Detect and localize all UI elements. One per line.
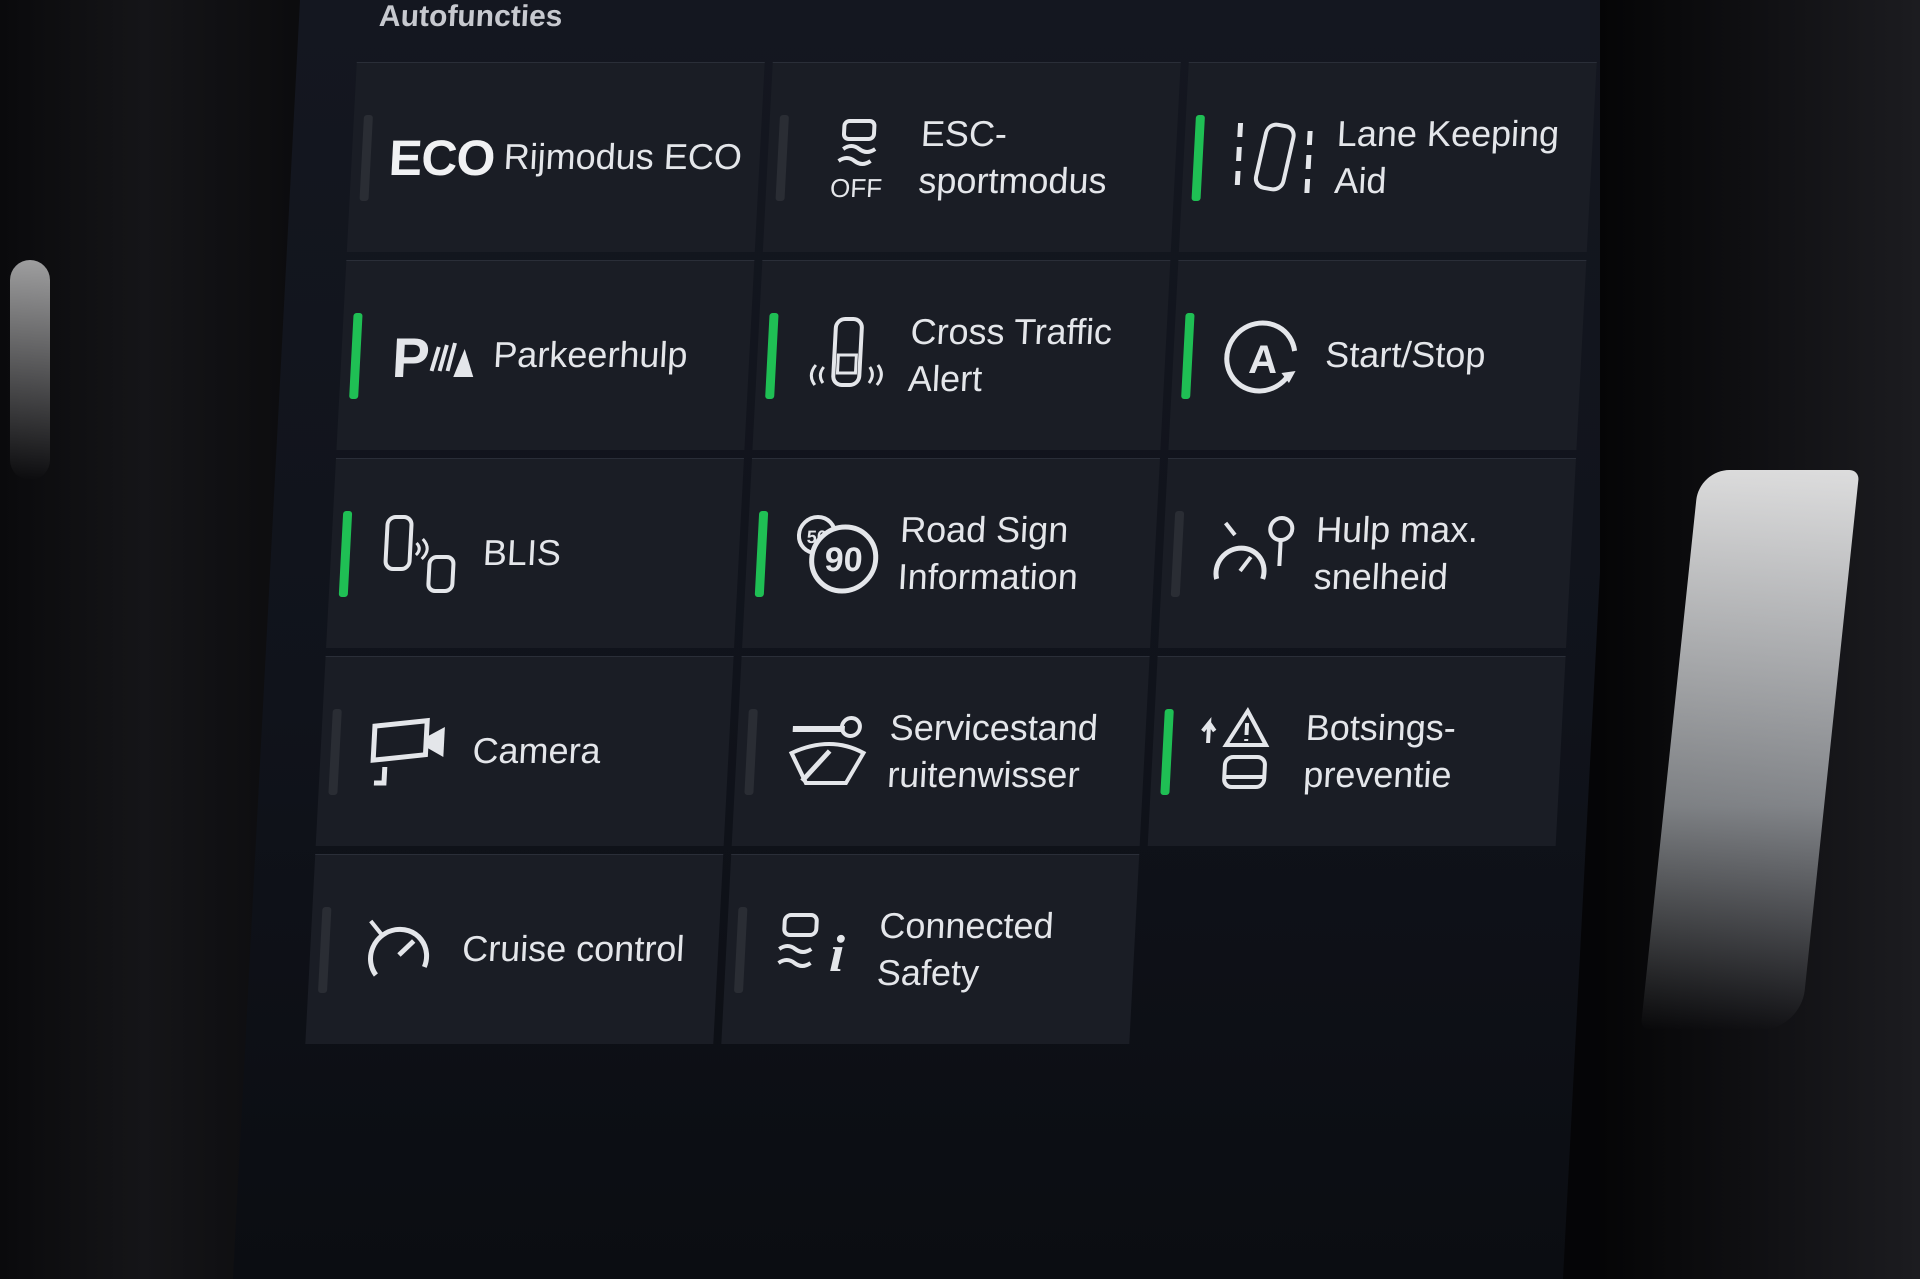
camera-icon — [360, 704, 461, 800]
tile-label: ESC-sportmodus — [917, 112, 1108, 201]
function-grid: ECO Rijmodus ECO OFF ESC-sportmodus Lane… — [305, 62, 1597, 1044]
tile-label: Servicestand ruitenwisser — [886, 706, 1100, 795]
status-indicator — [733, 906, 748, 993]
tile-camera[interactable]: Camera — [315, 656, 734, 846]
collision-warning-icon — [1192, 704, 1293, 800]
esc-off-icon: OFF — [807, 110, 908, 206]
page-title: Autofuncties — [378, 0, 564, 33]
status-indicator — [317, 906, 332, 993]
tile-label: Cross Traffic Alert — [907, 310, 1114, 399]
tile-label: Connected Safety — [875, 904, 1055, 993]
status-indicator — [338, 510, 353, 597]
tile-label: Hulp max. snelheid — [1312, 508, 1480, 597]
road-sign-icon: 50 90 — [786, 506, 887, 602]
status-indicator — [744, 708, 758, 795]
tile-label: Cruise control — [461, 928, 686, 970]
status-indicator — [349, 312, 363, 399]
svg-text:P: P — [391, 326, 432, 389]
tile-label: BLIS — [481, 532, 563, 574]
start-stop-icon: A — [1213, 308, 1314, 404]
tile-botsingspreventie[interactable]: Botsings- preventie — [1147, 656, 1566, 846]
tile-cruise-control[interactable]: Cruise control — [305, 854, 724, 1044]
tile-esc-sportmodus[interactable]: OFF ESC-sportmodus — [762, 62, 1181, 252]
tile-servicestand-ruitenwisser[interactable]: Servicestand ruitenwisser — [731, 656, 1150, 846]
tile-label: Botsings- preventie — [1302, 706, 1458, 795]
blis-icon — [370, 506, 471, 602]
status-indicator — [359, 114, 373, 201]
svg-text:i: i — [828, 926, 846, 983]
eco-icon: ECO — [387, 129, 496, 186]
tile-label: Road Sign Information — [896, 508, 1079, 597]
tile-blis[interactable]: BLIS — [326, 458, 744, 648]
status-indicator — [1181, 312, 1195, 399]
tile-cross-traffic-alert[interactable]: Cross Traffic Alert — [752, 260, 1171, 450]
status-indicator — [1170, 510, 1185, 597]
tile-parkeerhulp[interactable]: P Parkeerhulp — [336, 260, 755, 450]
cruise-control-icon — [350, 902, 451, 998]
center-display: Autofuncties ECO Rijmodus ECO OFF ESC-sp… — [232, 0, 1630, 1279]
status-indicator — [1160, 708, 1174, 795]
tile-road-sign-information[interactable]: 50 90 Road Sign Information — [742, 458, 1160, 648]
tile-label: Start/Stop — [1324, 334, 1487, 376]
status-indicator — [765, 312, 779, 399]
svg-text:A: A — [1248, 338, 1279, 382]
lane-keeping-icon — [1223, 110, 1324, 206]
status-indicator — [775, 114, 789, 201]
tile-connected-safety[interactable]: i Connected Safety — [721, 854, 1140, 1044]
park-assist-icon: P — [381, 308, 482, 404]
tile-label: Rijmodus ECO — [502, 136, 743, 178]
status-indicator — [1191, 114, 1205, 201]
tile-start-stop[interactable]: A Start/Stop — [1168, 260, 1587, 450]
reflection-glare — [10, 260, 50, 480]
wiper-service-icon — [776, 704, 877, 800]
status-indicator — [754, 510, 769, 597]
status-indicator — [328, 708, 342, 795]
tile-label: Camera — [471, 730, 602, 772]
tile-label: Lane Keeping Aid — [1333, 112, 1561, 201]
tile-lane-keeping-aid[interactable]: Lane Keeping Aid — [1178, 62, 1597, 252]
connected-safety-icon: i — [766, 902, 867, 998]
cross-traffic-icon — [797, 308, 898, 404]
svg-text:90: 90 — [824, 541, 864, 579]
speed-limiter-icon — [1202, 506, 1303, 602]
tile-rijmodus-eco[interactable]: ECO Rijmodus ECO — [346, 62, 765, 252]
tile-label: Parkeerhulp — [492, 334, 689, 376]
tile-hulp-max-snelheid[interactable]: Hulp max. snelheid — [1158, 458, 1576, 648]
svg-text:OFF: OFF — [829, 173, 883, 203]
